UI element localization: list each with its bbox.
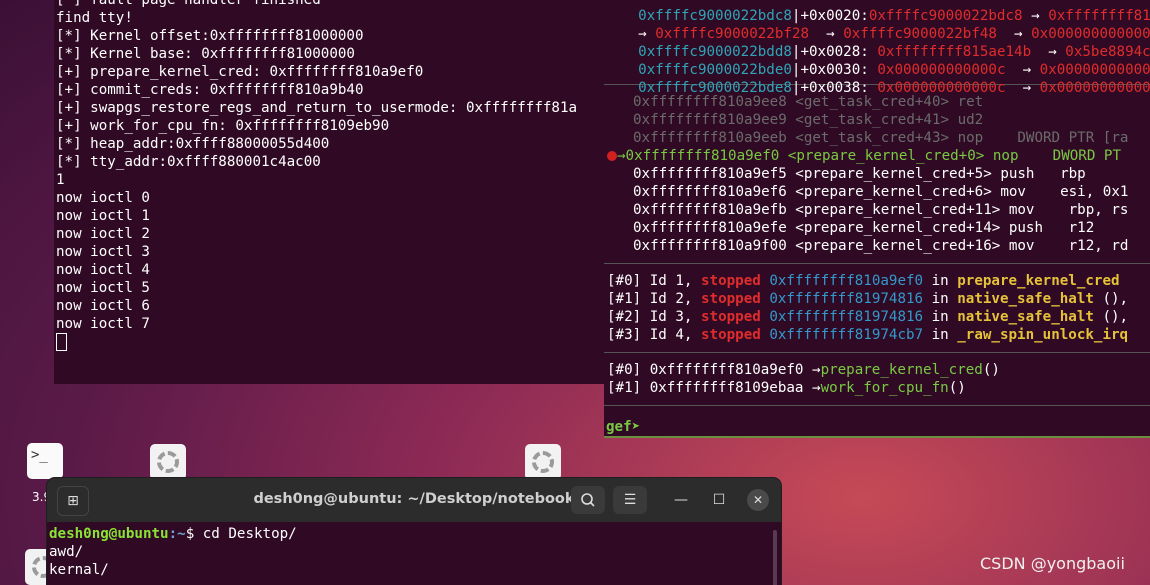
terminal-line: now ioctl 1: [56, 208, 150, 224]
minimize-button[interactable]: —: [667, 486, 695, 514]
gef-prompt-underline: [604, 436, 1150, 438]
terminal-line: now ioctl 0: [56, 190, 150, 206]
thread-row: [#2] Id 3, stopped 0xffffffff81974816 in…: [607, 309, 1129, 325]
code-line: 0xffffffff810a9efe <prepare_kernel_cred+…: [633, 220, 1095, 236]
code-line: 0xffffffff810a9ef5 <prepare_kernel_cred+…: [633, 166, 1086, 182]
left-terminal[interactable]: [*] fault page handler finished find tty…: [54, 0, 612, 384]
breakpoint-icon: [607, 151, 617, 161]
terminal-line: now ioctl 2: [56, 226, 150, 242]
terminal-line: now ioctl 4: [56, 262, 150, 278]
terminal-line: [+] commit_creds: 0xffffffff810a9b40: [56, 82, 364, 98]
code-line: 0xffffffff810a9eeb <get_task_cred+43> no…: [633, 130, 1129, 146]
terminal-body[interactable]: desh0ng@ubuntu:~$ cd Desktop/ awd/ kerna…: [49, 525, 297, 579]
gear-icon: [532, 451, 554, 473]
terminal-line: find tty!: [56, 10, 133, 26]
terminal-line: 1: [56, 172, 65, 188]
maximize-button[interactable]: ☐: [705, 486, 733, 514]
trace-row: [#1] 0xffffffff8109ebaa →work_for_cpu_fn…: [607, 380, 966, 396]
gef-terminal[interactable]: 0xffffc9000022bdc8|+0x0020:0xffffc900002…: [604, 0, 1150, 438]
code-line: 0xffffffff810a9ef6 <prepare_kernel_cred+…: [633, 184, 1129, 200]
search-button[interactable]: [571, 486, 605, 514]
terminal-line: [*] Kernel base: 0xffffffff81000000: [56, 46, 355, 62]
close-button[interactable]: ✕: [747, 489, 769, 511]
window-titlebar[interactable]: ⊞ desh0ng@ubuntu: ~/Desktop/notebook ☰ —…: [47, 478, 781, 522]
terminal-line: [*] fault page handler finished: [56, 0, 321, 8]
terminal-line: awd/: [49, 544, 84, 560]
gef-prompt[interactable]: gef➤: [606, 418, 640, 436]
terminal-line: [+] swapgs_restore_regs_and_return_to_us…: [56, 100, 578, 116]
terminal-window[interactable]: ⊞ desh0ng@ubuntu: ~/Desktop/notebook ☰ —…: [47, 478, 781, 585]
terminal-app-icon[interactable]: >_: [27, 443, 63, 479]
thread-row: [#3] Id 4, stopped 0xffffffff81974cb7 in…: [607, 327, 1129, 343]
terminal-line: kernal/: [49, 562, 109, 578]
terminal-line: [*] heap_addr:0xffff88000055d400: [56, 136, 330, 152]
terminal-line: [*] Kernel offset:0xffffffff81000000: [56, 28, 364, 44]
scrollbar[interactable]: [773, 530, 777, 585]
watermark: CSDN @yongbaoii: [980, 554, 1125, 573]
section-divider: [604, 405, 1150, 406]
thread-row: [#1] Id 2, stopped 0xffffffff81974816 in…: [607, 291, 1129, 307]
text-cursor: [56, 333, 67, 351]
section-divider: [604, 352, 1150, 353]
code-line: 0xffffffff810a9efb <prepare_kernel_cred+…: [633, 202, 1129, 218]
current-instruction: →0xffffffff810a9ef0 <prepare_kernel_cred…: [604, 147, 1150, 165]
code-line: 0xffffffff810a9f00 <prepare_kernel_cred+…: [633, 238, 1129, 254]
trace-row: [#0] 0xffffffff810a9ef0 →prepare_kernel_…: [607, 362, 1000, 378]
minimize-icon: —: [674, 492, 688, 508]
settings-app-icon[interactable]: [525, 444, 561, 480]
terminal-line: now ioctl 5: [56, 280, 150, 296]
terminal-line: [+] prepare_kernel_cred: 0xffffffff810a9…: [56, 64, 424, 80]
terminal-line: [+] work_for_cpu_fn: 0xffffffff8109eb90: [56, 118, 390, 134]
terminal-line: now ioctl 3: [56, 244, 150, 260]
prompt-line: desh0ng@ubuntu:~$ cd Desktop/: [49, 526, 297, 542]
search-icon: [581, 493, 595, 507]
section-divider: [604, 263, 1150, 264]
menu-button[interactable]: ☰: [613, 486, 647, 514]
hamburger-icon: ☰: [623, 492, 637, 508]
stack-row: 0xffffc9000022bdc8|+0x0020:0xffffc900002…: [638, 8, 1150, 24]
terminal-line: now ioctl 6: [56, 298, 150, 314]
close-icon: ✕: [752, 493, 764, 507]
maximize-icon: ☐: [712, 492, 726, 508]
thread-row: [#0] Id 1, stopped 0xffffffff810a9ef0 in…: [607, 273, 1120, 289]
terminal-line: [*] tty_addr:0xffff880001c4ac00: [56, 154, 321, 170]
code-line: 0xffffffff810a9ee9 <get_task_cred+41> ud…: [633, 112, 984, 128]
terminal-line: now ioctl 7: [56, 316, 150, 332]
settings-app-icon[interactable]: [150, 444, 186, 480]
gear-icon: [157, 451, 179, 473]
terminal-cursor-line: [54, 333, 612, 351]
